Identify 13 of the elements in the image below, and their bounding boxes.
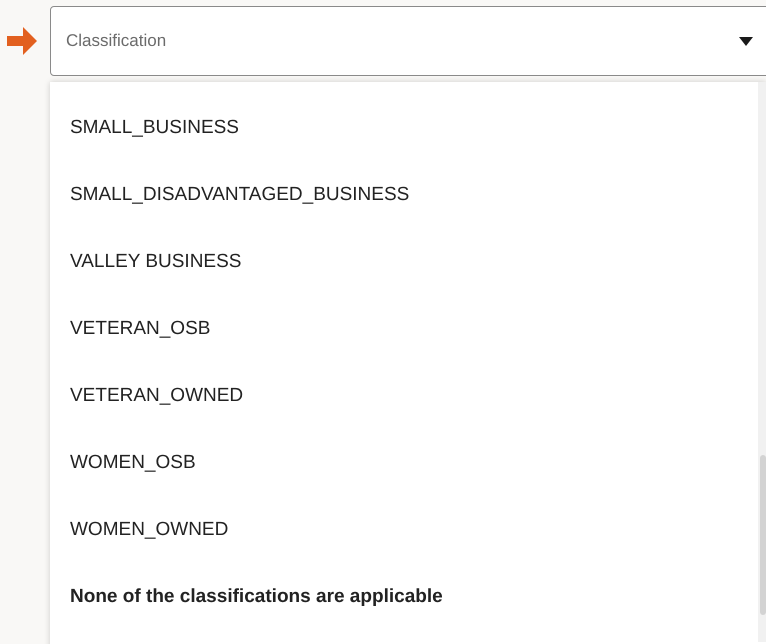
option-item[interactable]: SMALL_DISADVANTAGED_BUSINESS — [50, 162, 758, 229]
option-item[interactable]: None of the classifications are applicable — [50, 564, 758, 631]
option-item[interactable]: VETERAN_OSB — [50, 296, 758, 363]
option-item[interactable]: WOMEN_OWNED — [50, 497, 758, 564]
option-item[interactable]: VETERAN_OWNED — [50, 363, 758, 430]
scrollbar[interactable] — [758, 82, 766, 642]
option-item[interactable]: VALLEY BUSINESS — [50, 229, 758, 296]
arrow-icon — [5, 24, 39, 58]
classification-select[interactable]: Classification — [50, 6, 766, 76]
caret-icon — [739, 36, 753, 46]
option-item[interactable]: WOMEN_OSB — [50, 430, 758, 497]
option-item[interactable]: SMALL_BUSINESS — [50, 95, 758, 162]
select-placeholder: Classification — [66, 30, 168, 52]
